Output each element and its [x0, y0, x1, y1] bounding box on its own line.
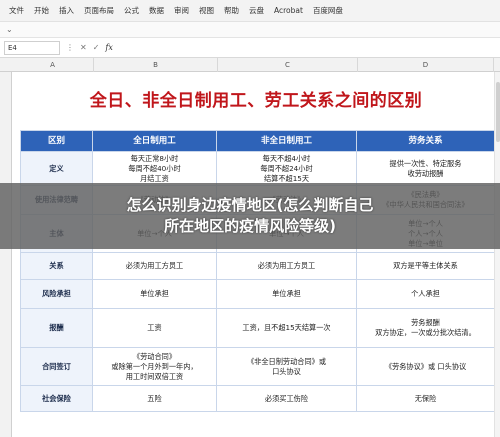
- cell-text-line: 劳务报酬: [411, 318, 440, 327]
- menu-cloud[interactable]: 云盘: [244, 5, 269, 16]
- name-box[interactable]: E4: [4, 40, 60, 55]
- table-cell[interactable]: 必须买工伤险: [216, 385, 357, 412]
- table-row: 风险承担 单位承担 单位承担 个人承担: [20, 279, 495, 309]
- cell-text-line: 每天正常8小时: [130, 153, 179, 163]
- row-label-cell[interactable]: 报酬: [20, 308, 93, 348]
- worksheet[interactable]: 全日、非全日制用工、劳工关系之间的区别 区别 全日制用工 非全日制用工 劳务关系…: [12, 72, 500, 437]
- cell-text-line: 口头协议: [272, 366, 301, 376]
- menu-bar: 文件 开始 插入 页面布局 公式 数据 审阅 视图 帮助 云盘 Acrobat …: [0, 0, 500, 22]
- cancel-icon[interactable]: ✕: [80, 43, 87, 52]
- menu-file[interactable]: 文件: [4, 5, 29, 16]
- sheet-title: 全日、非全日制用工、劳工关系之间的区别: [89, 90, 423, 111]
- cell-text-line: 单位承担: [272, 289, 301, 298]
- column-header-strip: A B C D: [0, 58, 500, 72]
- table-cell[interactable]: 双方是平等主体关系: [356, 252, 495, 280]
- table-cell[interactable]: 《劳务协议》或 口头协议: [356, 347, 495, 386]
- menu-view[interactable]: 视图: [194, 5, 219, 16]
- banner-line-2: 所在地区的疫情风险等级): [164, 217, 336, 235]
- table-cell[interactable]: 提供一次性、特定服务 收劳动报酬: [356, 151, 495, 186]
- menu-insert[interactable]: 插入: [54, 5, 79, 16]
- menu-formulas[interactable]: 公式: [119, 5, 144, 16]
- more-icon[interactable]: ⋮: [66, 43, 74, 52]
- menu-data[interactable]: 数据: [144, 5, 169, 16]
- table-cell[interactable]: 工资，且不超15天结算一次: [216, 308, 357, 348]
- cell-text-line: 每天不超4小时: [262, 153, 311, 163]
- table-header-cell[interactable]: 全日制用工: [92, 130, 217, 152]
- menu-review[interactable]: 审阅: [169, 5, 194, 16]
- cell-text-line: 工资，且不超15天结算一次: [242, 323, 331, 332]
- table-header-cell[interactable]: 非全日制用工: [216, 130, 357, 152]
- cell-text-line: 必须为用工方员工: [125, 261, 184, 270]
- vertical-scrollbar[interactable]: [494, 72, 500, 437]
- formula-input[interactable]: [118, 40, 496, 55]
- table-cell[interactable]: 《劳动合同》 或除第一个月外到一年内， 用工时间双倍工资: [92, 347, 217, 386]
- table-row: 合同签订 《劳动合同》 或除第一个月外到一年内， 用工时间双倍工资 《非全日制劳动合同》…: [20, 347, 495, 386]
- row-label-cell[interactable]: 合同签订: [20, 347, 93, 386]
- chevron-down-icon[interactable]: ⌄: [6, 25, 13, 34]
- cell-text-line: 《劳动合同》: [132, 351, 177, 361]
- cell-text-line: 单位承担: [140, 289, 169, 298]
- column-header-c[interactable]: C: [218, 58, 358, 72]
- cell-text-line: 结算不超15天: [263, 173, 310, 183]
- table-row: 定义 每天正常8小时 每周不超40小时 月结工资 每天不超4小时 每周不超24小时 结算不超…: [20, 151, 495, 186]
- column-header-a[interactable]: A: [12, 58, 94, 72]
- quick-access-toolbar: ⌄: [0, 22, 500, 38]
- table-row: 关系 必须为用工方员工 必须为用工方员工 双方是平等主体关系: [20, 252, 495, 280]
- table-cell[interactable]: 无保险: [356, 385, 495, 412]
- cell-text-line: 《非全日制劳动合同》或: [246, 356, 327, 366]
- menu-acrobat[interactable]: Acrobat: [269, 6, 308, 15]
- cell-text-line: 双方是平等主体关系: [393, 261, 458, 270]
- table-cell[interactable]: 工资: [92, 308, 217, 348]
- row-label-cell[interactable]: 关系: [20, 252, 93, 280]
- table-header-cell[interactable]: 劳务关系: [356, 130, 495, 152]
- menu-home[interactable]: 开始: [29, 5, 54, 16]
- column-header-d[interactable]: D: [358, 58, 494, 72]
- cell-text-line: 个人承担: [411, 289, 440, 298]
- table-cell[interactable]: 必须为用工方员工: [92, 252, 217, 280]
- function-icon[interactable]: fx: [105, 43, 112, 52]
- table-cell[interactable]: 单位承担: [216, 279, 357, 309]
- cell-text-line: 月结工资: [140, 173, 169, 183]
- cell-text-line: 或除第一个月外到一年内，: [111, 361, 198, 371]
- menu-help[interactable]: 帮助: [219, 5, 244, 16]
- cell-text-line: 《劳务协议》或 口头协议: [384, 361, 467, 371]
- table-cell[interactable]: 五险: [92, 385, 217, 412]
- cell-text-line: 收劳动报酬: [407, 168, 444, 178]
- table-header-row: 区别 全日制用工 非全日制用工 劳务关系: [20, 130, 495, 152]
- comparison-table: 区别 全日制用工 非全日制用工 劳务关系 定义 每天正常8小时 每周不超40小时 月结…: [20, 130, 495, 412]
- watermark-banner: 怎么识别身边疫情地区(怎么判断自己 所在地区的疫情风险等级): [0, 183, 500, 249]
- cell-text-line: 必须为用工方员工: [257, 261, 316, 270]
- table-row: 社会保险 五险 必须买工伤险 无保险: [20, 385, 495, 412]
- row-header-strip: [0, 72, 12, 437]
- cell-text-line: 双方协定，一次或分批次结清。: [375, 328, 476, 337]
- table-cell[interactable]: 必须为用工方员工: [216, 252, 357, 280]
- column-header-b[interactable]: B: [94, 58, 218, 72]
- cell-text-line: 无保险: [414, 393, 437, 403]
- table-row: 报酬 工资 工资，且不超15天结算一次 劳务报酬 双方协定，一次或分批次结清。: [20, 308, 495, 348]
- cell-text-line: 每周不超24小时: [260, 163, 313, 173]
- table-cell[interactable]: 单位承担: [92, 279, 217, 309]
- table-header-cell[interactable]: 区别: [20, 130, 93, 152]
- table-cell[interactable]: 个人承担: [356, 279, 495, 309]
- cell-text-line: 提供一次性、特定服务: [389, 158, 462, 168]
- menu-page-layout[interactable]: 页面布局: [79, 5, 119, 16]
- menu-baidu-netdisk[interactable]: 百度网盘: [308, 5, 348, 16]
- cell-text-line: 每周不超40小时: [128, 163, 181, 173]
- table-cell[interactable]: 每天不超4小时 每周不超24小时 结算不超15天: [216, 151, 357, 186]
- cell-text-line: 五险: [147, 393, 162, 403]
- banner-line-1: 怎么识别身边疫情地区(怎么判断自己: [126, 196, 374, 214]
- table-cell[interactable]: 劳务报酬 双方协定，一次或分批次结清。: [356, 308, 495, 348]
- scrollbar-thumb[interactable]: [496, 82, 500, 142]
- cell-text-line: 用工时间双倍工资: [125, 371, 184, 381]
- table-cell[interactable]: 《非全日制劳动合同》或 口头协议: [216, 347, 357, 386]
- sheet-title-band: 全日、非全日制用工、劳工关系之间的区别: [12, 72, 500, 124]
- confirm-icon[interactable]: ✓: [93, 43, 100, 52]
- formula-bar: E4 ⋮ ✕ ✓ fx: [0, 38, 500, 58]
- row-label-cell[interactable]: 社会保险: [20, 385, 93, 412]
- row-label-cell[interactable]: 定义: [20, 151, 93, 186]
- cell-text-line: 工资: [147, 323, 162, 332]
- cell-text-line: 必须买工伤险: [264, 393, 309, 403]
- row-label-cell[interactable]: 风险承担: [20, 279, 93, 309]
- table-cell[interactable]: 每天正常8小时 每周不超40小时 月结工资: [92, 151, 217, 186]
